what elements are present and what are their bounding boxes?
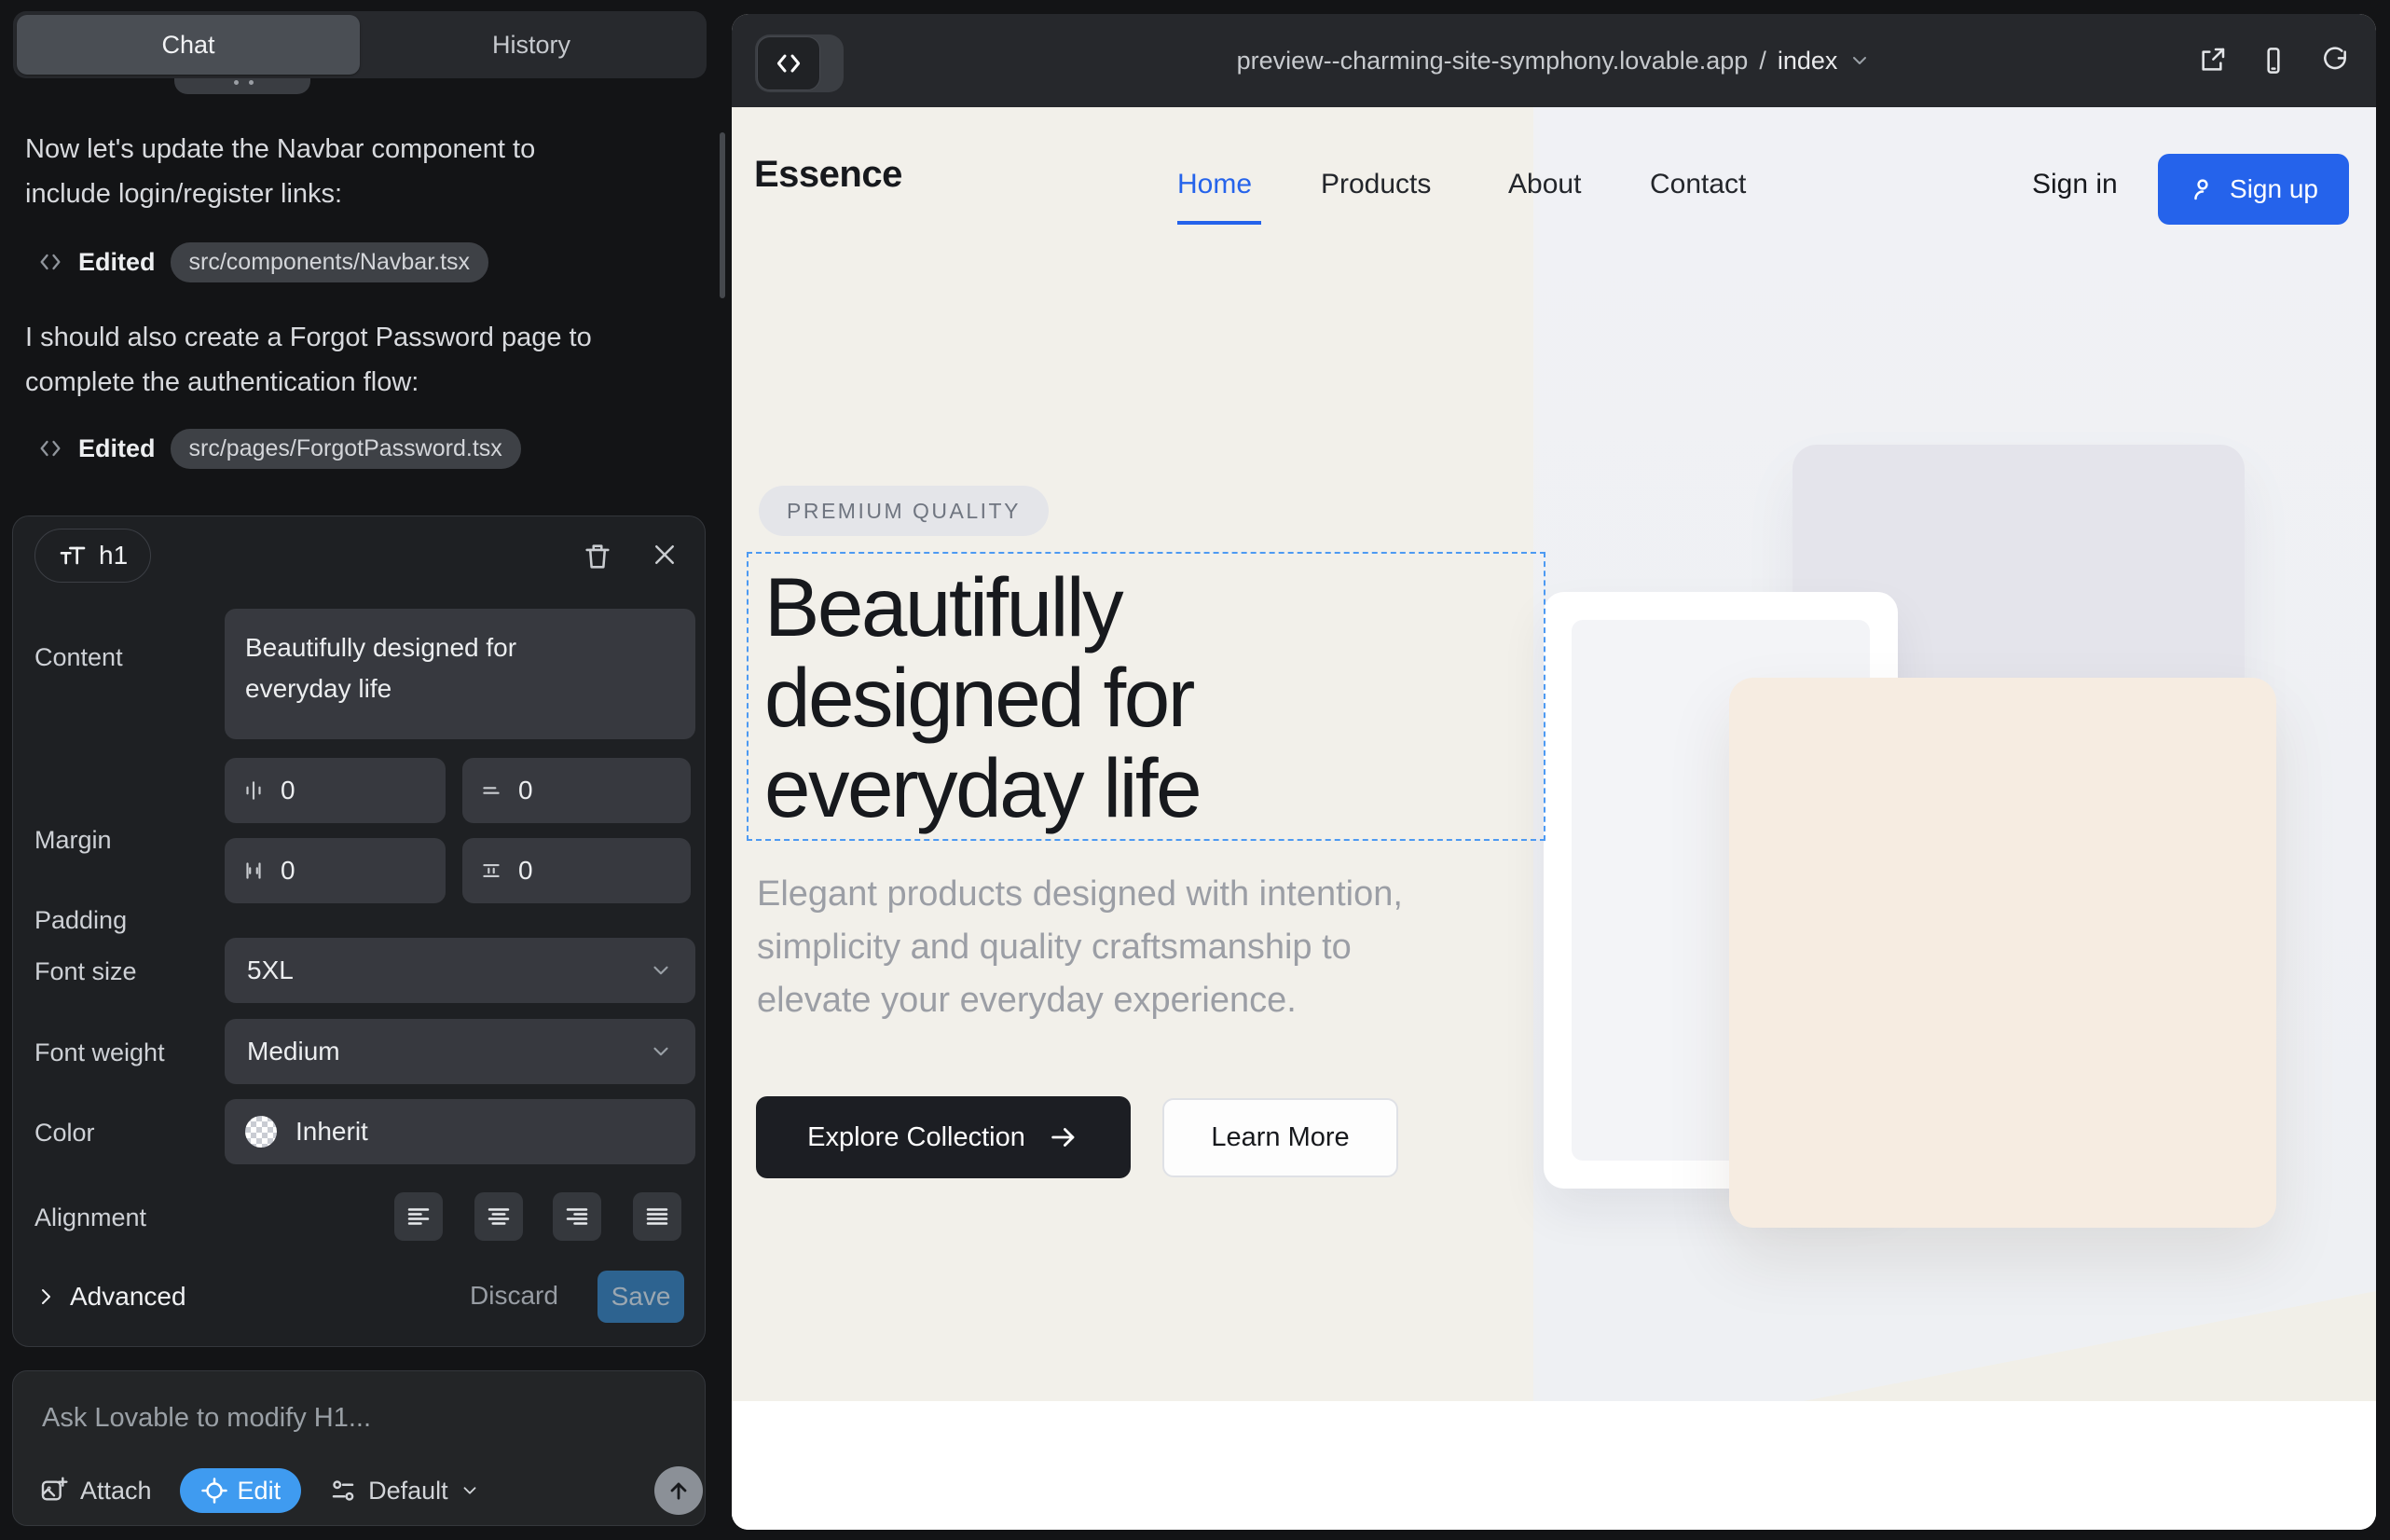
element-tag-chip[interactable]: h1 <box>34 529 151 583</box>
mobile-view-icon[interactable] <box>2259 46 2288 76</box>
app-window: Chat History Now let's update the Navbar… <box>0 0 2390 1540</box>
premium-quality-badge: PREMIUM QUALITY <box>759 486 1049 536</box>
margin-label: Margin <box>34 826 112 855</box>
url-bar[interactable]: preview--charming-site-symphony.lovable.… <box>732 14 2376 107</box>
attach-button[interactable]: Attach <box>39 1476 152 1506</box>
chevron-down-icon <box>460 1480 480 1501</box>
open-external-icon[interactable] <box>2197 46 2227 76</box>
margin-y-input[interactable]: 0 <box>462 758 691 823</box>
edited-label: Edited <box>78 434 156 463</box>
decorative-card-cream <box>1729 678 2276 1228</box>
color-swatch-icon <box>245 1116 277 1148</box>
save-button[interactable]: Save <box>598 1271 684 1323</box>
content-label: Content <box>34 643 123 672</box>
edited-file-row: Edited src/pages/ForgotPassword.tsx <box>37 428 521 469</box>
composer-input[interactable]: Ask Lovable to modify H1... <box>42 1403 371 1434</box>
chat-history-tabbar: Chat History <box>13 11 707 78</box>
crosshair-icon <box>200 1477 228 1505</box>
margin-vertical-icon <box>479 778 503 803</box>
padding-label: Padding <box>34 906 127 935</box>
url-text: preview--charming-site-symphony.lovable.… <box>1237 47 1749 76</box>
align-left-button[interactable] <box>394 1192 443 1241</box>
refresh-icon[interactable] <box>2320 46 2350 76</box>
color-field[interactable]: Inherit <box>225 1099 695 1164</box>
site-logo[interactable]: Essence <box>754 154 902 196</box>
hero-heading[interactable]: Beautifully designed for everyday life <box>764 562 1200 833</box>
font-weight-label: Font weight <box>34 1038 165 1067</box>
type-icon <box>58 541 88 571</box>
edited-file-row: Edited src/components/Navbar.tsx <box>37 241 488 282</box>
model-default-select[interactable]: Default <box>329 1477 480 1506</box>
hero-paragraph: Elegant products designed with intention… <box>757 868 1403 1027</box>
nav-link-home[interactable]: Home <box>1177 169 1252 200</box>
chat-scrollbar[interactable] <box>720 132 725 298</box>
chat-composer: Ask Lovable to modify H1... Attach Edit <box>12 1370 706 1526</box>
nav-link-products[interactable]: Products <box>1321 169 1431 200</box>
topbar-actions <box>2197 14 2350 107</box>
url-separator: / <box>1759 47 1766 76</box>
align-center-button[interactable] <box>474 1192 523 1241</box>
nav-link-contact[interactable]: Contact <box>1650 169 1746 200</box>
tab-chat[interactable]: Chat <box>17 15 360 75</box>
composer-toolbar: Attach Edit Default <box>39 1468 480 1513</box>
arrow-right-icon <box>1048 1121 1079 1153</box>
chevron-down-icon <box>1848 49 1871 72</box>
align-right-button[interactable] <box>553 1192 601 1241</box>
learn-more-button[interactable]: Learn More <box>1162 1098 1398 1177</box>
font-size-label: Font size <box>34 957 137 986</box>
discard-button[interactable]: Discard <box>470 1281 558 1311</box>
font-weight-select[interactable]: Medium <box>225 1019 695 1084</box>
chevron-down-icon <box>649 1039 673 1064</box>
chat-message: I should also create a Forgot Password p… <box>25 315 706 405</box>
font-size-select[interactable]: 5XL <box>225 938 695 1003</box>
user-icon <box>2189 175 2217 203</box>
code-icon <box>37 249 63 275</box>
file-chip[interactable]: src/pages/ForgotPassword.tsx <box>171 429 521 469</box>
padding-vertical-icon <box>479 859 503 883</box>
clipped-chip <box>174 78 310 94</box>
attach-image-icon <box>39 1476 69 1506</box>
margin-horizontal-icon <box>241 778 266 803</box>
sign-in-link[interactable]: Sign in <box>2032 169 2118 200</box>
align-justify-button[interactable] <box>633 1192 681 1241</box>
padding-y-input[interactable]: 0 <box>462 838 691 903</box>
close-panel-button[interactable] <box>651 541 682 572</box>
content-input[interactable]: Beautifully designed for everyday life <box>225 609 695 739</box>
chat-sidebar: Chat History Now let's update the Navbar… <box>0 0 732 1540</box>
preview-window: preview--charming-site-symphony.lovable.… <box>732 14 2376 1530</box>
url-page: index <box>1778 47 1838 76</box>
chat-message: Now let's update the Navbar component to… <box>25 127 706 216</box>
nav-home-underline <box>1177 221 1261 225</box>
alignment-label: Alignment <box>34 1203 146 1232</box>
element-tag-label: h1 <box>99 541 128 571</box>
sliders-icon <box>329 1477 357 1505</box>
site-canvas: Essence Home Products About Contact Sign… <box>732 107 2376 1530</box>
arrow-up-icon <box>666 1478 692 1504</box>
padding-x-input[interactable]: 0 <box>225 838 446 903</box>
send-button[interactable] <box>654 1466 703 1515</box>
element-editor-panel: h1 Content Beautifully designed for ever… <box>12 516 706 1347</box>
tab-history[interactable]: History <box>360 15 703 75</box>
next-section <box>732 1401 2376 1530</box>
file-chip[interactable]: src/components/Navbar.tsx <box>171 242 489 282</box>
advanced-toggle[interactable]: Advanced <box>34 1275 186 1318</box>
edit-mode-button[interactable]: Edit <box>180 1468 302 1513</box>
chevron-right-icon <box>34 1286 57 1308</box>
margin-x-input[interactable]: 0 <box>225 758 446 823</box>
sign-up-button[interactable]: Sign up <box>2158 154 2349 225</box>
color-label: Color <box>34 1119 95 1148</box>
explore-collection-button[interactable]: Explore Collection <box>756 1096 1131 1178</box>
delete-element-button[interactable] <box>582 541 613 572</box>
padding-horizontal-icon <box>241 859 266 883</box>
chevron-down-icon <box>649 958 673 983</box>
preview-topbar: preview--charming-site-symphony.lovable.… <box>732 14 2376 107</box>
edited-label: Edited <box>78 248 156 277</box>
nav-link-about[interactable]: About <box>1508 169 1581 200</box>
code-icon <box>37 435 63 461</box>
